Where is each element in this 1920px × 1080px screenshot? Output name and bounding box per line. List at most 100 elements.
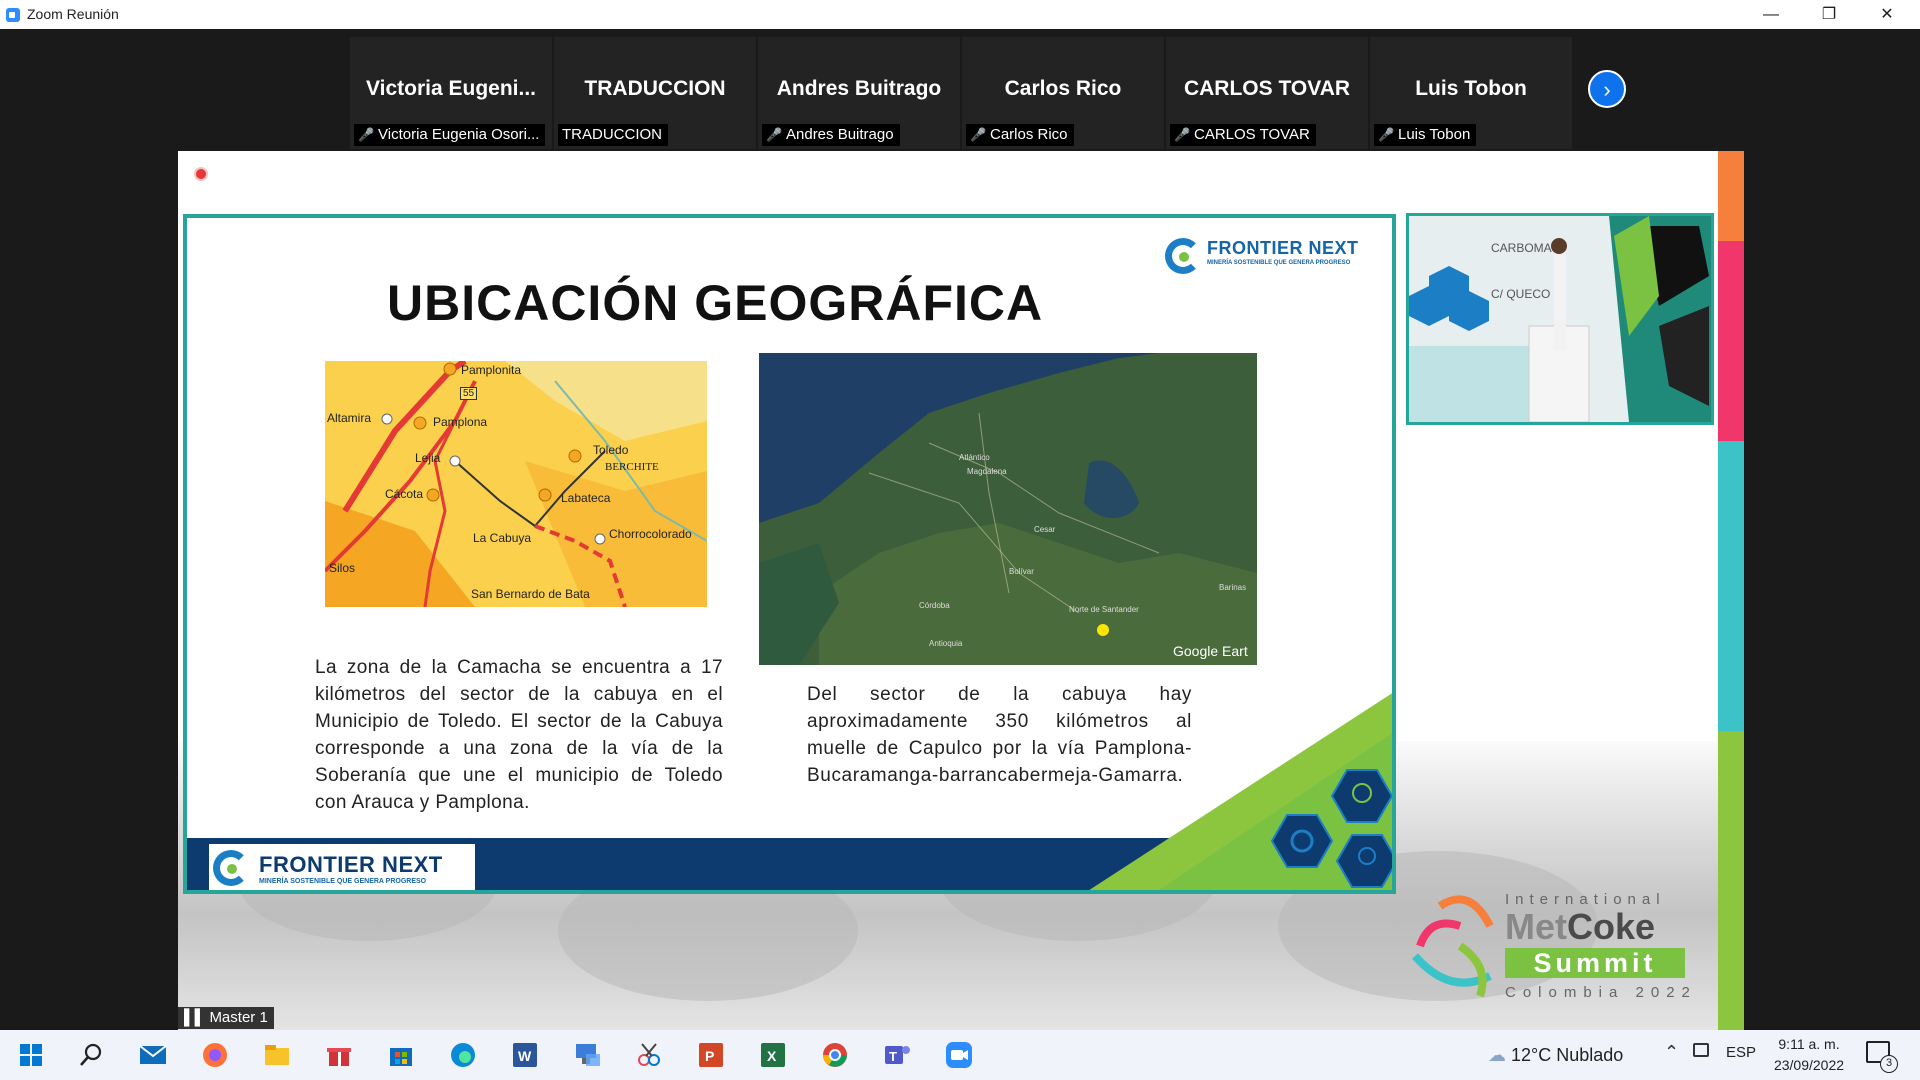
notification-count: 3 [1880,1055,1898,1073]
map-label: Antioquia [929,639,963,648]
clock-time: 9:11 a. m. [1778,1036,1840,1052]
participant-tile[interactable]: TRADUCCION TRADUCCION [554,37,756,149]
store-icon[interactable] [386,1040,416,1070]
svg-text:W: W [518,1048,532,1064]
map-label: Cácota [385,487,424,501]
slide-text-left: La zona de la Camacha se encuentra a 17 … [315,657,723,813]
map-label: Chorrocolorado [609,527,692,541]
mail-icon[interactable] [138,1040,168,1070]
cloud-icon: ☁ [1488,1045,1506,1065]
frontier-logo-icon [1165,238,1201,274]
word-icon[interactable]: W [510,1040,540,1070]
participant-label: 🎤 Andres Buitrago [762,124,900,146]
frontier-logo-icon [213,850,249,886]
map-label: Magdalena [967,467,1007,476]
speaker-video-frame: CARBOMA C/ QUECO [1409,216,1711,422]
muted-mic-icon: 🎤 [766,127,783,142]
muted-mic-icon: 🎤 [1378,127,1395,142]
map-label: Silos [329,561,356,575]
edge-icon[interactable] [448,1040,478,1070]
chrome-icon[interactable] [820,1040,850,1070]
logo-name: FRONTIER NEXT [1207,238,1359,258]
participant-tile[interactable]: Luis Tobon 🎤 Luis Tobon [1370,37,1572,149]
participant-label: TRADUCCION [558,124,668,146]
map-label: BERCHITE [605,461,659,473]
share-name-text: Master 1 [209,1009,268,1026]
zoom-icon[interactable] [944,1040,974,1070]
weather-text: 12°C Nublado [1511,1045,1624,1065]
participant-label: 🎤 Carlos Rico [966,124,1074,146]
participant-name: Victoria Eugeni... [366,77,536,100]
restore-button[interactable]: ❐ [1806,0,1852,29]
windows-start-icon[interactable] [16,1040,46,1070]
system-clock[interactable]: 9:11 a. m. 23/09/2022 [1772,1034,1846,1076]
road-map-graphic [325,361,707,607]
participant-tile[interactable]: Carlos Rico 🎤 Carlos Rico [962,37,1164,149]
road-map: Pamplonita 55 Altamira Pamplona Lejia To… [325,361,707,607]
frontier-next-logo-footer: FRONTIER NEXT MINERÍA SOSTENIBLE QUE GEN… [209,844,475,890]
participant-tile[interactable]: Victoria Eugeni... 🎤 Victoria Eugenia Oso… [350,37,552,149]
chevron-up-icon[interactable]: ⌃ [1664,1042,1679,1063]
satellite-map: Atlántico Magdalena Cesar Bolívar Córdob… [759,353,1257,665]
teams-icon[interactable]: T [882,1040,912,1070]
file-explorer-icon[interactable] [262,1040,292,1070]
map-label: Lejia [415,451,441,465]
next-page-arrow-icon[interactable]: › [1588,70,1626,108]
participant-label: 🎤 CARLOS TOVAR [1170,124,1316,146]
shared-screen: UBICACIÓN GEOGRÁFICA FRONTIER NEXT MINER… [178,151,1744,1030]
satellite-map-graphic [759,353,1257,665]
weather-widget[interactable]: ☁ 12°C Nublado [1488,1030,1623,1080]
slide-title: UBICACIÓN GEOGRÁFICA [387,275,1044,331]
map-label: Norte de Santander [1069,605,1139,614]
window-title: Zoom Reunión [27,6,119,22]
clock-date: 23/09/2022 [1773,1057,1845,1073]
map-label: Atlántico [959,453,990,462]
participant-name: CARLOS TOVAR [1183,77,1351,100]
participant-label-text: CARLOS TOVAR [1194,126,1310,143]
svg-text:C/ QUECO: C/ QUECO [1491,287,1550,301]
map-label: Bolívar [1009,567,1034,576]
svg-text:T: T [889,1049,897,1064]
logo-tagline: MINERÍA SOSTENIBLE QUE GENERA PROGRESO [1207,260,1351,266]
slide-corner-graphic [1089,693,1392,890]
gift-icon[interactable] [324,1040,354,1070]
language-indicator[interactable]: ESP [1726,1044,1756,1061]
participant-name: Luis Tobon [1415,77,1527,100]
participant-name: TRADUCCION [584,77,726,100]
participant-label-text: Victoria Eugenia Osori... [378,126,540,143]
close-button[interactable]: ✕ [1864,0,1910,29]
participant-tile[interactable]: Andres Buitrago 🎤 Andres Buitrago [758,37,960,149]
logo-tagline: MINERÍA SOSTENIBLE QUE GENERA PROGRESO [259,878,427,885]
logo-name: FRONTIER NEXT [259,852,443,877]
window-titlebar: Zoom Reunión — ❐ ✕ [0,0,1920,30]
muted-mic-icon: 🎤 [1174,127,1191,142]
search-icon[interactable] [76,1040,106,1070]
map-label: Cesar [1034,525,1056,534]
participant-gallery [0,29,1920,151]
presentation-slide: UBICACIÓN GEOGRÁFICA FRONTIER NEXT MINER… [183,214,1396,894]
muted-mic-icon: 🎤 [358,127,375,142]
participant-label-text: TRADUCCION [562,126,662,143]
map-label: La Cabuya [473,531,532,545]
signal-bars-icon: ▌▌ [184,1009,210,1026]
map-label: Córdoba [919,601,950,610]
summit-coke: Coke [1567,906,1656,947]
powerpoint-icon[interactable]: P [696,1040,726,1070]
map-label: Toledo [593,443,629,457]
map-watermark: Google Eart [1173,643,1248,659]
excel-icon[interactable]: X [758,1040,788,1070]
participant-label: 🎤 Victoria Eugenia Osori... [354,124,546,146]
speaker-video: CARBOMA C/ QUECO [1406,213,1714,425]
snipping-tool-icon[interactable] [634,1040,664,1070]
minimize-button[interactable]: — [1748,0,1794,29]
participant-tile[interactable]: CARLOS TOVAR 🎤 CARLOS TOVAR [1166,37,1368,149]
map-label: Pamplonita [461,363,522,377]
network-computer-icon[interactable] [572,1040,602,1070]
firefox-icon[interactable] [200,1040,230,1070]
summit-met: Met [1505,906,1567,947]
display-icon[interactable] [1693,1043,1709,1057]
map-label: Labateca [561,491,611,505]
summit-metcoke: MetCoke [1505,906,1655,948]
participant-label: 🎤 Luis Tobon [1374,124,1477,146]
svg-text:CARBOMA: CARBOMA [1491,241,1552,255]
